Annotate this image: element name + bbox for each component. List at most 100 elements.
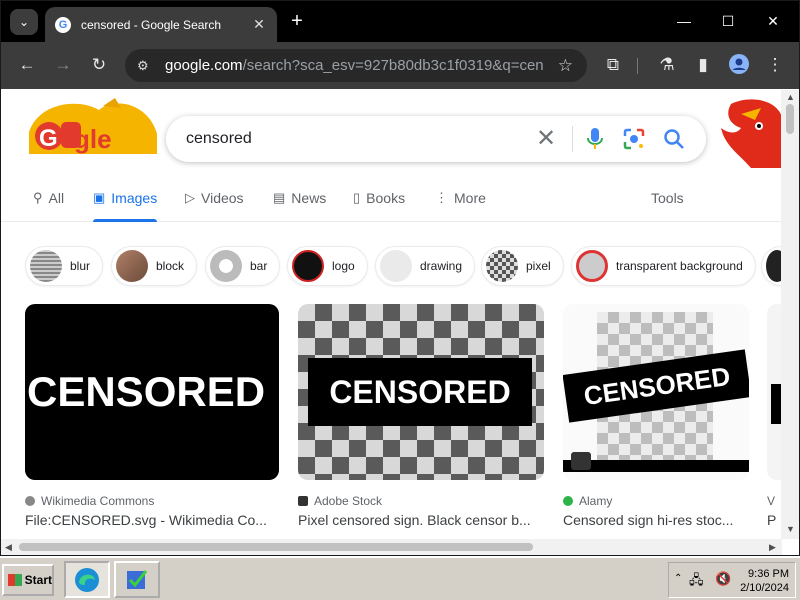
google-lens-icon[interactable]: [623, 128, 645, 150]
google-doodle-logo[interactable]: gle G: [19, 96, 159, 158]
tab-more[interactable]: ⋮ More: [435, 188, 486, 222]
taskbar-edge-button[interactable]: [64, 561, 110, 598]
site-info-icon[interactable]: ⚙: [137, 58, 157, 74]
chip-block[interactable]: block: [111, 246, 198, 286]
tab-google-search[interactable]: G censored - Google Search ✕: [45, 7, 277, 42]
bookmark-star-icon[interactable]: ☆: [558, 56, 573, 76]
edge-browser-icon: [75, 567, 99, 592]
toolbar-divider: [637, 58, 638, 74]
horizontal-scrollbar[interactable]: ◀ ▶: [1, 539, 782, 555]
scroll-down-icon[interactable]: ▼: [786, 524, 795, 534]
menu-kebab-icon[interactable]: ⋮: [763, 54, 787, 76]
horizontal-scroll-thumb[interactable]: [19, 543, 533, 551]
chip-thumbnail: [30, 250, 62, 282]
microphone-icon[interactable]: [586, 128, 604, 150]
chip-pixel[interactable]: pixel: [481, 246, 564, 286]
searchbox-divider: [572, 126, 573, 152]
search-results-page: gle G censored ✕ ⚲ All ▣ Images ▷ Videos…: [1, 90, 782, 539]
svg-text:gle: gle: [74, 124, 112, 154]
labs-flask-icon[interactable]: ⚗: [655, 54, 679, 76]
browser-window: ⌄ G censored - Google Search ✕ + — ☐ ✕ ←…: [0, 0, 800, 556]
censor-bar: CENSORED: [308, 358, 532, 426]
scroll-right-icon[interactable]: ▶: [769, 542, 776, 553]
address-bar[interactable]: ⚙ google.com /search?sca_esv=927b80db3c1…: [125, 49, 587, 82]
tab-videos[interactable]: ▷ Videos: [185, 188, 244, 222]
scroll-left-icon[interactable]: ◀: [5, 542, 12, 553]
profile-avatar-icon[interactable]: [727, 54, 751, 80]
clock[interactable]: 9:36 PM 2/10/2024: [740, 567, 789, 595]
chip-overflow[interactable]: [761, 246, 782, 286]
search-submit-icon[interactable]: [663, 128, 685, 150]
tab-books[interactable]: ▯ Books: [353, 188, 405, 222]
clock-date: 2/10/2024: [740, 582, 789, 594]
side-panel-icon[interactable]: ▮: [691, 54, 715, 76]
minimize-button[interactable]: —: [669, 9, 699, 33]
back-arrow-icon[interactable]: ←: [15, 54, 39, 76]
url-host: google.com: [165, 57, 243, 74]
result-image[interactable]: CENSORED: [563, 304, 749, 480]
alamy-favicon-icon: [563, 496, 573, 506]
result-source[interactable]: Alamy: [563, 494, 749, 508]
scroll-up-icon[interactable]: ▲: [786, 92, 795, 102]
chip-blur[interactable]: blur: [25, 246, 104, 286]
tray-expand-icon[interactable]: ⌃: [674, 573, 682, 584]
search-input[interactable]: censored: [186, 130, 252, 148]
tab-images[interactable]: ▣ Images: [93, 188, 158, 222]
image-result-3[interactable]: CENSORED Alamy Censored sign hi-res stoc…: [563, 304, 749, 528]
adobe-stock-favicon-icon: [298, 496, 308, 506]
result-source[interactable]: Wikimedia Commons: [25, 494, 279, 508]
close-window-button[interactable]: ✕: [758, 9, 788, 33]
tools-button[interactable]: Tools: [651, 188, 684, 222]
result-image[interactable]: CENSORED: [298, 304, 544, 480]
vertical-scrollbar[interactable]: ▲ ▼: [781, 90, 799, 539]
search-icon: ⚲: [33, 190, 43, 205]
new-tab-button[interactable]: +: [287, 11, 307, 31]
maximize-button[interactable]: ☐: [713, 9, 743, 33]
google-favicon-icon: G: [55, 16, 71, 33]
censored-text-graphic: CENSORED: [329, 373, 511, 410]
chip-drawing[interactable]: drawing: [375, 246, 476, 286]
censored-text-graphic: CENSORED: [27, 368, 266, 415]
chip-thumbnail: [486, 250, 518, 282]
chip-logo[interactable]: logo: [287, 246, 368, 286]
result-source[interactable]: Adobe Stock: [298, 494, 544, 508]
image-result-2[interactable]: CENSORED Adobe Stock Pixel censored sign…: [298, 304, 544, 528]
forward-arrow-icon[interactable]: →: [51, 54, 75, 76]
result-title[interactable]: Pixel censored sign. Black censor b...: [298, 512, 544, 528]
result-title[interactable]: File:CENSORED.svg - Wikimedia Co...: [25, 512, 279, 528]
start-button[interactable]: Start: [2, 564, 54, 596]
book-icon: ▯: [353, 190, 361, 205]
image-result-1[interactable]: CENSORED Wikimedia Commons File:CENSORED…: [25, 304, 279, 528]
tab-bar: ⌄ G censored - Google Search ✕ + — ☐ ✕: [1, 1, 799, 42]
vertical-scroll-thumb[interactable]: [786, 104, 794, 134]
volume-muted-icon[interactable]: 🔇: [715, 571, 731, 587]
checklist-app-icon: [127, 569, 148, 589]
result-title[interactable]: Censored sign hi-res stoc...: [563, 512, 749, 528]
wikimedia-favicon-icon: [25, 496, 35, 506]
chip-thumbnail: [210, 250, 242, 282]
tab-all[interactable]: ⚲ All: [33, 188, 64, 222]
windows-logo-icon: [8, 574, 22, 586]
clear-search-icon[interactable]: ✕: [536, 127, 556, 151]
tab-search-button[interactable]: ⌄: [10, 9, 38, 35]
tab-title: censored - Google Search: [81, 17, 222, 32]
play-icon: ▷: [185, 190, 195, 205]
reload-icon[interactable]: ↻: [87, 54, 111, 76]
result-image[interactable]: CENSORED: [25, 304, 279, 480]
result-image[interactable]: [767, 304, 782, 480]
extensions-icon[interactable]: ⧉: [601, 54, 625, 76]
chip-bar[interactable]: bar: [205, 246, 281, 286]
network-icon[interactable]: 🖧: [689, 571, 704, 593]
clock-time: 9:36 PM: [748, 568, 789, 580]
tab-close-icon[interactable]: ✕: [251, 16, 267, 33]
taskbar-app-button[interactable]: [114, 561, 160, 598]
chevron-down-icon: ⌄: [18, 15, 30, 29]
image-icon: ▣: [93, 190, 106, 205]
search-box[interactable]: censored ✕: [166, 116, 706, 162]
tab-news[interactable]: ▤ News: [273, 188, 326, 222]
result-title[interactable]: P: [767, 512, 782, 528]
image-result-4[interactable]: V P: [767, 304, 782, 528]
news-icon: ▤: [273, 190, 286, 205]
chip-transparent-background[interactable]: transparent background: [571, 246, 756, 286]
result-source[interactable]: V: [767, 494, 782, 508]
